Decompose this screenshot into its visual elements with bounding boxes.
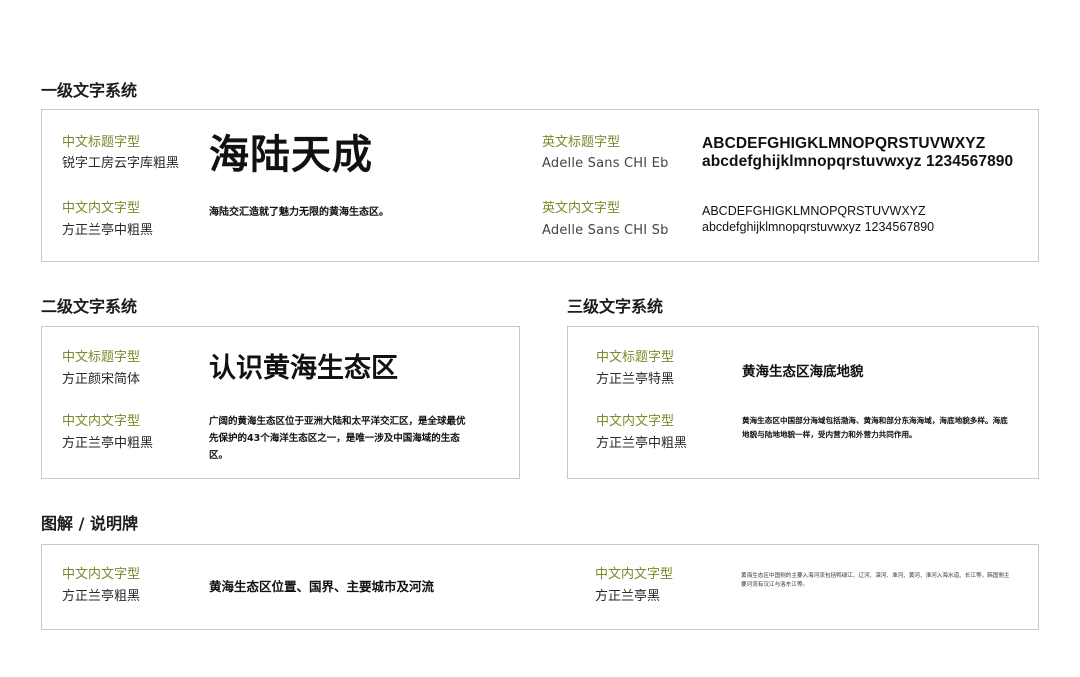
level1-cn-title-font: 锐字工房云字库粗黑 xyxy=(62,156,180,171)
level2-cn-body-font: 方正兰亭中粗黑 xyxy=(62,436,154,451)
level1-title: 一级文字系统 xyxy=(41,81,138,100)
diagram-right-sample: 黄海生态区中国侧的主要入海河流包括鸭绿江、辽河、滦河、淮河、黄河、淮河入海水道、… xyxy=(741,573,1010,588)
level1-cn-body-sample: 海陆交汇造就了魅力无限的黄海生态区。 xyxy=(209,207,389,218)
level3-cn-body-sample: 黄海生态区中国部分海域包括渤海、黄海和部分东海海域，海底地貌多样。海底地貌与陆地… xyxy=(742,416,1008,439)
diagram-right-label: 中文内文字型 xyxy=(595,567,674,582)
diagram-left-label: 中文内文字型 xyxy=(62,567,141,582)
diagram-left-font: 方正兰亭粗黑 xyxy=(62,589,141,604)
diagram-title: 图解 / 说明牌 xyxy=(41,514,138,533)
level2-cn-title-sample: 认识黄海生态区 xyxy=(209,353,398,384)
level3-panel: 中文标题字型 方正兰亭特黑 黄海生态区海底地貌 中文内文字型 方正兰亭中粗黑 黄… xyxy=(567,326,1039,479)
level3-cn-body-label: 中文内文字型 xyxy=(596,414,675,429)
level3-cn-title-label: 中文标题字型 xyxy=(596,350,675,365)
level2-cn-title-label: 中文标题字型 xyxy=(62,350,141,365)
level2-panel: 中文标题字型 方正颜宋简体 认识黄海生态区 中文内文字型 方正兰亭中粗黑 广阔的… xyxy=(41,326,520,479)
level1-en-body-sample-lower: abcdefghijklmnopqrstuvwxyz 1234567890 xyxy=(702,220,935,234)
level1-panel: 中文标题字型 锐字工房云字库粗黑 海陆天成 中文内文字型 方正兰亭中粗黑 海陆交… xyxy=(41,109,1039,262)
diagram-left-sample: 黄海生态区位置、国界、主要城市及河流 xyxy=(209,579,435,594)
level3-cn-body-font: 方正兰亭中粗黑 xyxy=(596,436,688,451)
diagram-right-font: 方正兰亭黑 xyxy=(595,589,661,604)
level3-title: 三级文字系统 xyxy=(567,297,664,316)
level2-cn-body-sample: 广阔的黄海生态区位于亚洲大陆和太平洋交汇区，是全球最优先保护的43个海洋生态区之… xyxy=(209,416,466,461)
level1-en-title-label: 英文标题字型 xyxy=(542,135,621,150)
level1-en-title-font: Adelle Sans CHI Eb xyxy=(542,156,669,171)
level1-cn-body-font: 方正兰亭中粗黑 xyxy=(62,223,154,238)
level1-en-title-sample-lower: abcdefghijklmnopqrstuvwxyz 1234567890 xyxy=(702,153,1014,170)
level2-title: 二级文字系统 xyxy=(41,297,138,316)
diagram-panel: 中文内文字型 方正兰亭粗黑 黄海生态区位置、国界、主要城市及河流 中文内文字型 … xyxy=(41,544,1039,630)
level1-en-body-font: Adelle Sans CHI Sb xyxy=(542,223,669,238)
level3-cn-title-font: 方正兰亭特黑 xyxy=(596,372,675,387)
level1-en-title-sample-upper: ABCDEFGHIGKLMNOPQRSTUVWXYZ xyxy=(702,135,986,152)
level1-cn-title-sample: 海陆天成 xyxy=(209,132,373,178)
level1-en-body-label: 英文内文字型 xyxy=(542,201,621,216)
level1-cn-title-label: 中文标题字型 xyxy=(62,135,141,150)
level2-cn-title-font: 方正颜宋简体 xyxy=(62,372,141,387)
level1-en-body-sample-upper: ABCDEFGHIGKLMNOPQRSTUVWXYZ xyxy=(702,204,926,218)
level3-cn-title-sample: 黄海生态区海底地貌 xyxy=(742,364,864,380)
level2-cn-body-label: 中文内文字型 xyxy=(62,414,141,429)
level1-cn-body-label: 中文内文字型 xyxy=(62,201,141,216)
